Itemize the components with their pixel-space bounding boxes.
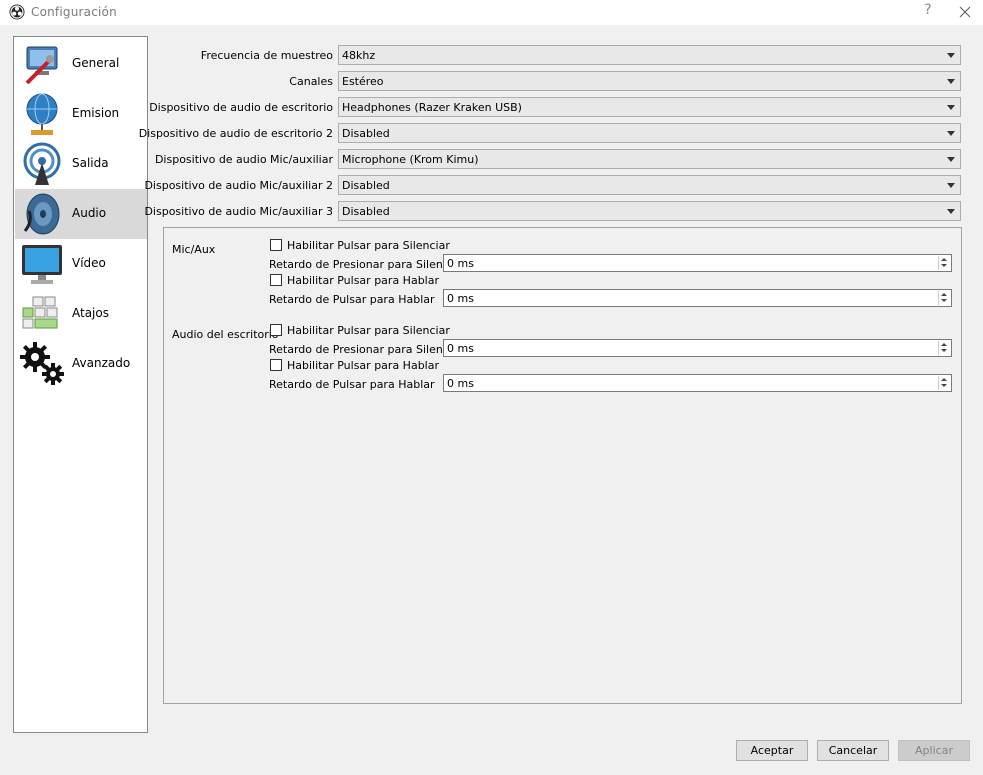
sidebar-item-label: Vídeo [72, 256, 106, 270]
mic-aux-select[interactable]: Microphone (Krom Kimu) [338, 149, 961, 169]
sidebar-item-label: Emision [72, 106, 120, 120]
spin-value: 0 ms [447, 377, 474, 390]
checkbox-label: Habilitar Pulsar para Silenciar [287, 239, 450, 252]
desktop-push-to-talk-delay-label: Retardo de Pulsar para Hablar [269, 378, 435, 391]
spin-value: 0 ms [447, 257, 474, 270]
cancel-button[interactable]: Cancelar [817, 740, 889, 761]
sidebar-item-label: Salida [72, 156, 109, 170]
arrow-up-icon[interactable] [941, 378, 947, 381]
sidebar-item-avanzado[interactable]: Avanzado [15, 339, 147, 389]
chevron-down-icon [947, 53, 955, 58]
window-title: Configuración [31, 5, 117, 19]
desktop-push-to-mute-delay-label: Retardo de Presionar para Silenciar [269, 343, 464, 356]
mic-push-to-talk-delay-input[interactable]: 0 ms [443, 289, 952, 307]
checkbox[interactable] [270, 274, 282, 286]
arrow-down-icon[interactable] [941, 349, 947, 352]
mic-aux-3-label: Dispositivo de audio Mic/auxiliar 3 [144, 205, 333, 218]
sidebar-item-audio[interactable]: Audio [15, 189, 147, 239]
select-value: Disabled [342, 179, 390, 192]
desktop-audio-2-label: Dispositivo de audio de escritorio 2 [138, 127, 333, 140]
select-value: Headphones (Razer Kraken USB) [342, 101, 522, 114]
help-button[interactable]: ? [919, 2, 937, 22]
sidebar-item-label: Audio [72, 206, 107, 220]
close-icon[interactable] [955, 3, 975, 21]
select-value: Disabled [342, 127, 390, 140]
desktop-push-to-talk-delay-input[interactable]: 0 ms [443, 374, 952, 392]
checkbox-label: Habilitar Pulsar para Silenciar [287, 324, 450, 337]
spin-value: 0 ms [447, 292, 474, 305]
chevron-down-icon [947, 131, 955, 136]
mic-aux-2-label: Dispositivo de audio Mic/auxiliar 2 [144, 179, 333, 192]
mic-aux-group-label: Mic/Aux [172, 243, 216, 256]
desktop-audio-2-select[interactable]: Disabled [338, 123, 961, 143]
sidebar-item-video[interactable]: Vídeo [15, 239, 147, 289]
select-value: Microphone (Krom Kimu) [342, 153, 479, 166]
sidebar-item-label: Avanzado [72, 356, 131, 370]
output-antenna-icon [23, 142, 61, 185]
arrow-down-icon[interactable] [941, 384, 947, 387]
sidebar-item-label: Atajos [72, 306, 109, 320]
sample-rate-select[interactable]: 48khz [338, 45, 961, 65]
arrow-down-icon[interactable] [941, 264, 947, 267]
select-value: Estéreo [342, 75, 384, 88]
gears-icon [20, 342, 64, 385]
mic-aux-3-select[interactable]: Disabled [338, 201, 961, 221]
checkbox[interactable] [270, 359, 282, 371]
sidebar-item-label: General [72, 56, 120, 70]
mic-aux-label: Dispositivo de audio Mic/auxiliar [154, 153, 333, 166]
desktop-audio-group-label: Audio del escritorio [172, 328, 279, 341]
channels-select[interactable]: Estéreo [338, 71, 961, 91]
mic-push-to-mute-delay-input[interactable]: 0 ms [443, 254, 952, 272]
mic-aux-2-select[interactable]: Disabled [338, 175, 961, 195]
stream-globe-icon [26, 93, 58, 135]
spin-buttons[interactable] [938, 341, 950, 355]
spin-buttons[interactable] [938, 256, 950, 270]
monitor-icon [22, 245, 62, 284]
sidebar-item-atajos[interactable]: Atajos [15, 289, 147, 339]
accept-button[interactable]: Aceptar [736, 740, 808, 761]
select-value: Disabled [342, 205, 390, 218]
channels-label: Canales [289, 75, 333, 88]
desktop-push-to-mute-delay-input[interactable]: 0 ms [443, 339, 952, 357]
chevron-down-icon [947, 79, 955, 84]
chevron-down-icon [947, 157, 955, 162]
sidebar-item-salida[interactable]: Salida [15, 139, 147, 189]
obs-logo-icon [9, 4, 25, 20]
mic-push-to-talk-delay-label: Retardo de Pulsar para Hablar [269, 293, 435, 306]
arrow-up-icon[interactable] [941, 293, 947, 296]
sidebar-item-emision[interactable]: Emision [15, 89, 147, 139]
chevron-down-icon [947, 209, 955, 214]
arrow-up-icon[interactable] [941, 343, 947, 346]
apply-button[interactable]: Aplicar [898, 740, 970, 761]
spin-buttons[interactable] [938, 291, 950, 305]
audio-speaker-icon [23, 193, 60, 235]
keyboard-icon [22, 296, 58, 329]
checkbox-label: Habilitar Pulsar para Hablar [287, 359, 439, 372]
arrow-down-icon[interactable] [941, 299, 947, 302]
desktop-audio-select[interactable]: Headphones (Razer Kraken USB) [338, 97, 961, 117]
spin-buttons[interactable] [938, 376, 950, 390]
arrow-up-icon[interactable] [941, 258, 947, 261]
select-value: 48khz [342, 49, 376, 62]
chevron-down-icon [947, 105, 955, 110]
spin-value: 0 ms [447, 342, 474, 355]
title-bar: Configuración ? [0, 0, 983, 26]
settings-sidebar: General Emision Salida Audio Vídeo Atajo… [13, 36, 148, 733]
sample-rate-label: Frecuencia de muestreo [200, 49, 333, 62]
mic-push-to-mute-delay-label: Retardo de Presionar para Silenciar [269, 258, 464, 271]
checkbox[interactable] [270, 324, 282, 336]
sidebar-item-general[interactable]: General [15, 39, 147, 89]
general-icon [25, 46, 58, 85]
checkbox-label: Habilitar Pulsar para Hablar [287, 274, 439, 287]
chevron-down-icon [947, 183, 955, 188]
checkbox[interactable] [270, 239, 282, 251]
desktop-audio-label: Dispositivo de audio de escritorio [149, 101, 333, 114]
